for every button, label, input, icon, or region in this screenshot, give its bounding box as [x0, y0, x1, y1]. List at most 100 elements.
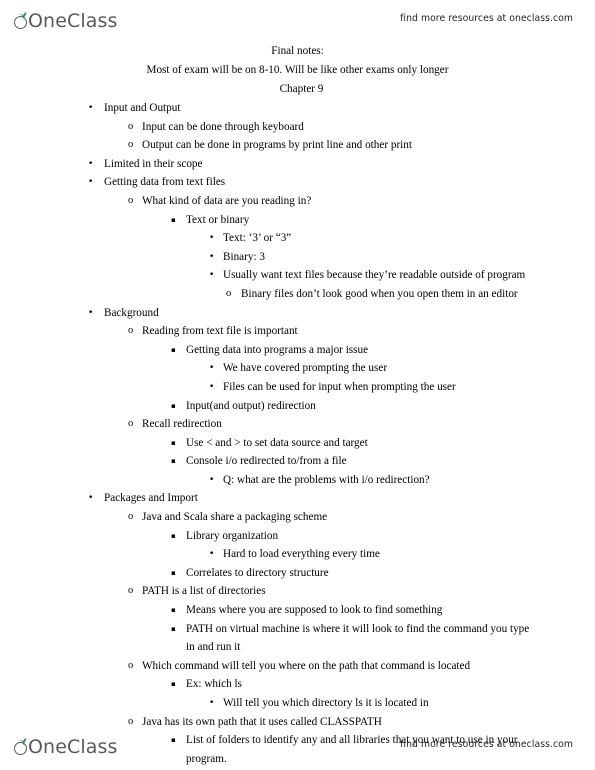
outline-item-text: Files can be used for input when prompti…	[223, 380, 456, 393]
outline-item-text: What kind of data are you reading in?	[142, 194, 312, 207]
outline-item-text: Binary files don’t look good when you op…	[241, 287, 518, 300]
outline-item-text: Will tell you which directory ls it is l…	[223, 697, 429, 709]
bullet-circle-icon: o	[226, 287, 232, 299]
outline-item: o Input can be done through keyboard	[0, 118, 595, 137]
outline-item-text: Usually want text files because they’re …	[223, 269, 526, 282]
outline-item-text: Getting data into programs a major issue	[186, 343, 369, 356]
bullet-square-icon: ▪	[171, 438, 176, 447]
outline-item: o Java and Scala share a packaging scheme	[0, 508, 595, 527]
bullet-disc-icon: •	[209, 698, 215, 708]
notes-outline: • Input and Output o Input can be done thro…	[0, 99, 595, 768]
bullet-square-icon: ▪	[171, 680, 176, 689]
outline-item: • Hard to load everything every time	[0, 545, 595, 564]
bullet-circle-icon: o	[128, 120, 134, 132]
outline-item: o What kind of data are you reading in?	[0, 192, 595, 211]
bullet-square-icon: ▪	[171, 401, 176, 410]
outline-item-text: Ex: which ls	[186, 678, 242, 691]
outline-item: o Binary files don’t look good when you o…	[0, 285, 595, 304]
outline-item-text: Text: ‘3’ or “3”	[223, 232, 292, 245]
outline-item: ▪ Correlates to directory structure	[0, 564, 595, 583]
bullet-disc-icon: •	[88, 307, 94, 318]
outline-item: • Will tell you which directory ls it is …	[0, 694, 595, 713]
outline-item: ▪ Use < and > to set data source and targ…	[0, 434, 595, 453]
bullet-square-icon: ▪	[171, 457, 176, 466]
bullet-circle-icon: o	[128, 659, 134, 671]
outline-item: ▪ Getting data into programs a major issu…	[0, 341, 595, 360]
outline-item-text: Reading from text file is important	[142, 325, 298, 338]
outline-item: • Text: ‘3’ or “3”	[0, 229, 595, 248]
bullet-disc-icon: •	[88, 493, 94, 504]
outline-item: • Background	[0, 304, 595, 323]
bullet-square-icon: ▪	[171, 345, 176, 354]
outline-item-text: Input can be done through keyboard	[142, 120, 304, 133]
page-footer: OneClass find more resources at oneclass…	[0, 726, 595, 762]
outline-item-text: Library organization	[186, 529, 279, 542]
bullet-circle-icon: o	[128, 139, 134, 151]
document-chapter-heading: Chapter 9	[279, 83, 324, 95]
outline-item: • Usually want text files because they’re…	[0, 266, 595, 285]
outline-item: • Getting data from text files	[0, 173, 595, 192]
bullet-circle-icon: o	[128, 325, 134, 337]
outline-item: • Packages and Import	[0, 489, 595, 508]
bullet-square-icon: ▪	[171, 215, 176, 224]
document-subtitle: Most of exam will be on 8-10. Will be li…	[146, 64, 449, 76]
outline-item: o Reading from text file is important	[0, 322, 595, 341]
outline-item: o PATH is a list of directories	[0, 582, 595, 601]
outline-item: o Recall redirection	[0, 415, 595, 434]
outline-item: ▪ Library organization	[0, 527, 595, 546]
outline-item: • Binary: 3	[0, 248, 595, 267]
outline-item: o Which command will tell you where on th…	[0, 657, 595, 676]
outline-item-text: Output can be done in programs by print …	[142, 139, 412, 152]
outline-item: ▪ Console i/o redirected to/from a file	[0, 452, 595, 471]
footer-tagline[interactable]: find more resources at oneclass.com	[400, 739, 573, 750]
bullet-disc-icon: •	[209, 363, 215, 374]
bullet-disc-icon: •	[209, 251, 215, 262]
oneclass-leaf-logo-icon	[14, 738, 31, 757]
outline-item-text: PATH is a list of directories	[142, 585, 266, 598]
outline-item: • Files can be used for input when prompt…	[0, 378, 595, 397]
bullet-disc-icon: •	[88, 103, 94, 113]
bullet-disc-icon: •	[209, 474, 215, 485]
bullet-circle-icon: o	[128, 585, 134, 597]
outline-item-text: Means where you are supposed to look to …	[186, 604, 443, 617]
outline-item: • Input and Output	[0, 99, 595, 118]
bullet-circle-icon: o	[128, 194, 134, 206]
outline-item-text: Hard to load everything every time	[223, 548, 380, 561]
oneclass-logo-header[interactable]: OneClass	[14, 5, 117, 31]
outline-item: • Q: what are the problems with i/o redir…	[0, 471, 595, 490]
bullet-disc-icon: •	[209, 233, 215, 244]
outline-item: • Limited in their scope	[0, 155, 595, 174]
oneclass-wordmark: OneClass	[28, 736, 118, 758]
bullet-disc-icon: •	[209, 270, 215, 281]
outline-item-text: Input(and output) redirection	[186, 399, 316, 412]
oneclass-logo-footer[interactable]: OneClass	[14, 731, 117, 757]
outline-item-text: Text or binary	[186, 213, 250, 226]
bullet-circle-icon: o	[128, 418, 134, 430]
header-tagline[interactable]: find more resources at oneclass.com	[400, 13, 573, 24]
bullet-square-icon: ▪	[171, 606, 176, 615]
document-title: Final notes:	[271, 45, 324, 57]
outline-item: o Output can be done in programs by print…	[0, 136, 595, 155]
outline-item-text: Correlates to directory structure	[186, 566, 329, 579]
outline-item: • We have covered prompting the user	[0, 359, 595, 378]
bullet-square-icon: ▪	[171, 531, 176, 540]
bullet-square-icon: ▪	[171, 624, 176, 633]
bullet-circle-icon: o	[128, 511, 134, 523]
document-body: Final notes: Most of exam will be on 8-1…	[0, 42, 595, 768]
outline-item-text: Console i/o redirected to/from a file	[186, 455, 347, 468]
bullet-disc-icon: •	[88, 177, 94, 188]
bullet-disc-icon: •	[88, 158, 94, 169]
oneclass-leaf-logo-icon	[14, 12, 31, 31]
bullet-square-icon: ▪	[171, 568, 176, 577]
outline-item-text: Recall redirection	[142, 418, 222, 431]
outline-item-text: Use < and > to set data source and targe…	[186, 436, 368, 449]
outline-item-text: We have covered prompting the user	[223, 362, 388, 375]
bullet-disc-icon: •	[209, 381, 215, 392]
outline-item: ▪ PATH on virtual machine is where it wil…	[0, 620, 595, 657]
oneclass-wordmark: OneClass	[28, 10, 118, 32]
outline-item: ▪ Text or binary	[0, 211, 595, 230]
outline-item-text: PATH on virtual machine is where it will…	[186, 622, 530, 654]
outline-item: ▪ Means where you are supposed to look to…	[0, 601, 595, 620]
page-header: OneClass find more resources at oneclass…	[0, 0, 595, 36]
outline-item-text: Which command will tell you where on the…	[142, 659, 471, 672]
